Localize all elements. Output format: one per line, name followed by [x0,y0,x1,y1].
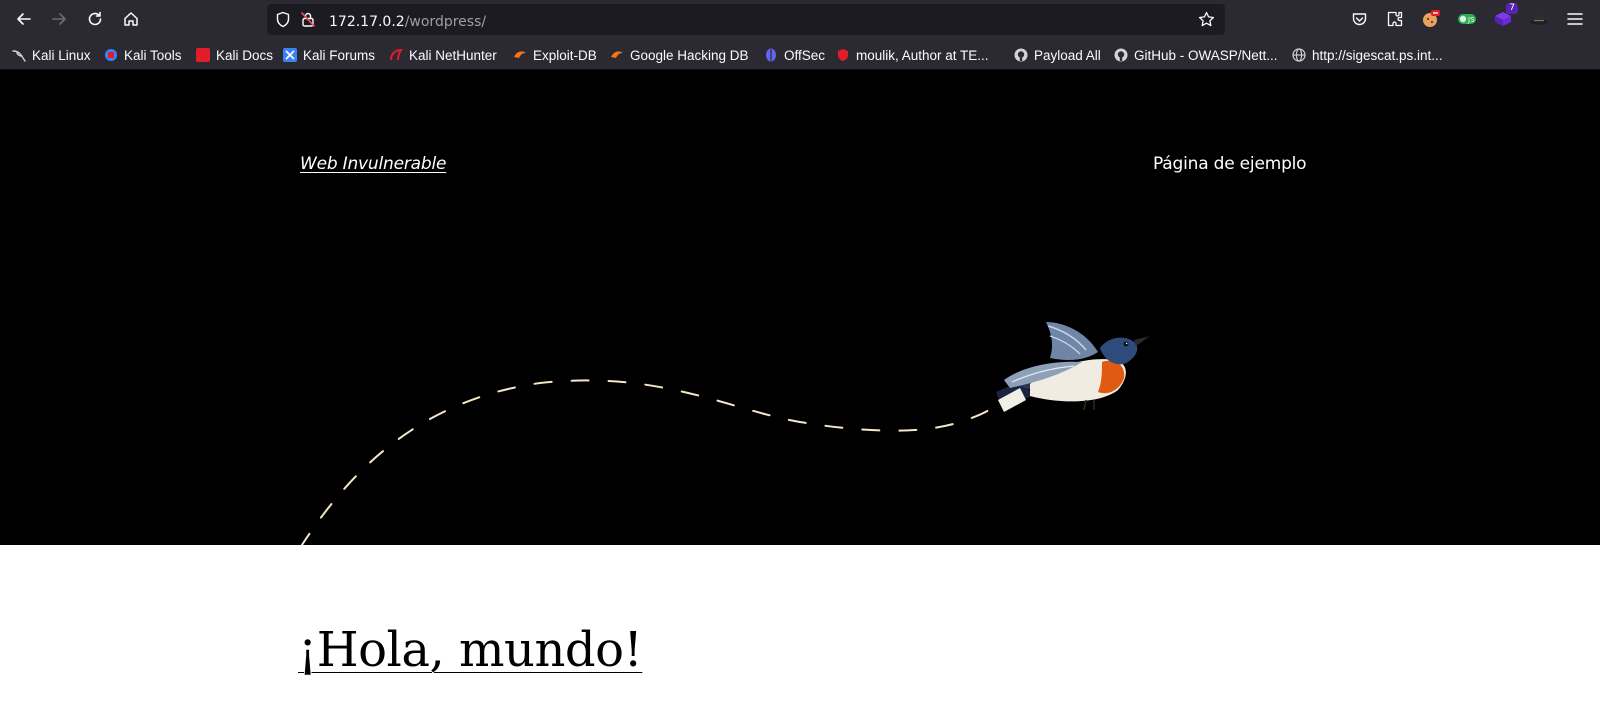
offsec-icon [764,48,778,62]
bookmark-label: Kali Linux [32,47,91,63]
dashed-flight-path [300,379,993,545]
tracking-protection-icon[interactable] [275,11,291,32]
bookmark-label: Kali Docs [216,47,274,63]
bookmark-label: Kali Tools [124,47,182,63]
pocket-icon[interactable] [1346,6,1372,32]
kali-dragon-icon [12,48,26,62]
bookmark-label: Payload All [1034,47,1101,63]
bookmark-github-owasp[interactable]: GitHub - OWASP/Nett... [1114,45,1278,65]
reload-icon[interactable] [82,6,108,32]
github-icon [1014,48,1028,62]
bookmark-moulik-te[interactable]: moulik, Author at TE... [836,45,989,65]
bookmark-payload-all[interactable]: Payload All [1014,45,1101,65]
green-toggle-extension-icon[interactable]: JS [1454,6,1480,32]
bookmarks-toolbar: Kali Linux Kali Tools Kali Docs Kali For… [0,39,1600,70]
cookie-extension-icon[interactable] [1418,6,1444,32]
url-text[interactable]: 172.17.0.2/wordpress/ [329,11,486,30]
bookmark-label: GitHub - OWASP/Nett... [1134,47,1278,63]
back-arrow-icon[interactable] [11,6,37,32]
web-page: Web Invulnerable Página de ejemplo ¡Hola… [0,70,1600,724]
hamburger-menu-icon[interactable] [1562,6,1588,32]
bookmark-google-hacking-db[interactable]: Google Hacking DB [610,45,749,65]
bookmark-kali-docs[interactable]: Kali Docs [196,45,273,65]
post-title-link[interactable]: ¡Hola, mundo! [298,622,643,678]
te-shield-icon [836,48,850,62]
bookmark-label: Google Hacking DB [630,47,749,63]
bookmark-label: moulik, Author at TE... [856,47,989,63]
svg-text:JS: JS [1467,16,1475,24]
forward-arrow-icon[interactable] [46,6,72,32]
url-bar[interactable]: 172.17.0.2/wordpress/ [267,4,1225,35]
bookmark-kali-nethunter[interactable]: Kali NetHunter [389,45,497,65]
bookmark-label: Kali Forums [303,47,376,63]
globe-icon [1292,48,1306,62]
hat-extension-icon[interactable] [1526,6,1552,32]
kali-forums-icon [283,48,297,62]
exploit-db-icon [513,48,527,62]
bird-illustration [996,322,1150,412]
kali-docs-icon [196,48,210,62]
bookmark-label: Exploit-DB [533,47,597,63]
bookmark-kali-tools[interactable]: Kali Tools [104,45,182,65]
bookmark-kali-forums[interactable]: Kali Forums [283,45,375,65]
bookmark-label: OffSec [784,47,826,63]
home-icon[interactable] [118,6,144,32]
browser-toolbar: 172.17.0.2/wordpress/ JS 7 [0,0,1600,39]
bookmark-kali-linux[interactable]: Kali Linux [12,45,91,65]
ghdb-icon [610,48,624,62]
bookmark-label: Kali NetHunter [409,47,497,63]
extensions-icon[interactable] [1382,6,1408,32]
bookmark-offsec[interactable]: OffSec [764,45,825,65]
bookmark-exploit-db[interactable]: Exploit-DB [513,45,597,65]
bookmark-label: http://sigescat.ps.int... [1312,47,1443,63]
bookmark-sigescat[interactable]: http://sigescat.ps.int... [1292,45,1443,65]
purple-extension-icon[interactable]: 7 [1490,3,1518,32]
extension-badge: 7 [1506,3,1518,14]
insecure-lock-icon[interactable] [300,11,316,32]
kali-tools-icon [104,48,118,62]
url-host: 172.17.0.2 [329,14,405,30]
url-path: /wordpress/ [404,14,487,30]
github-icon [1114,48,1128,62]
site-header-hero: Web Invulnerable Página de ejemplo [0,70,1600,545]
bookmark-star-icon[interactable] [1198,11,1215,32]
nethunter-icon [389,48,403,62]
